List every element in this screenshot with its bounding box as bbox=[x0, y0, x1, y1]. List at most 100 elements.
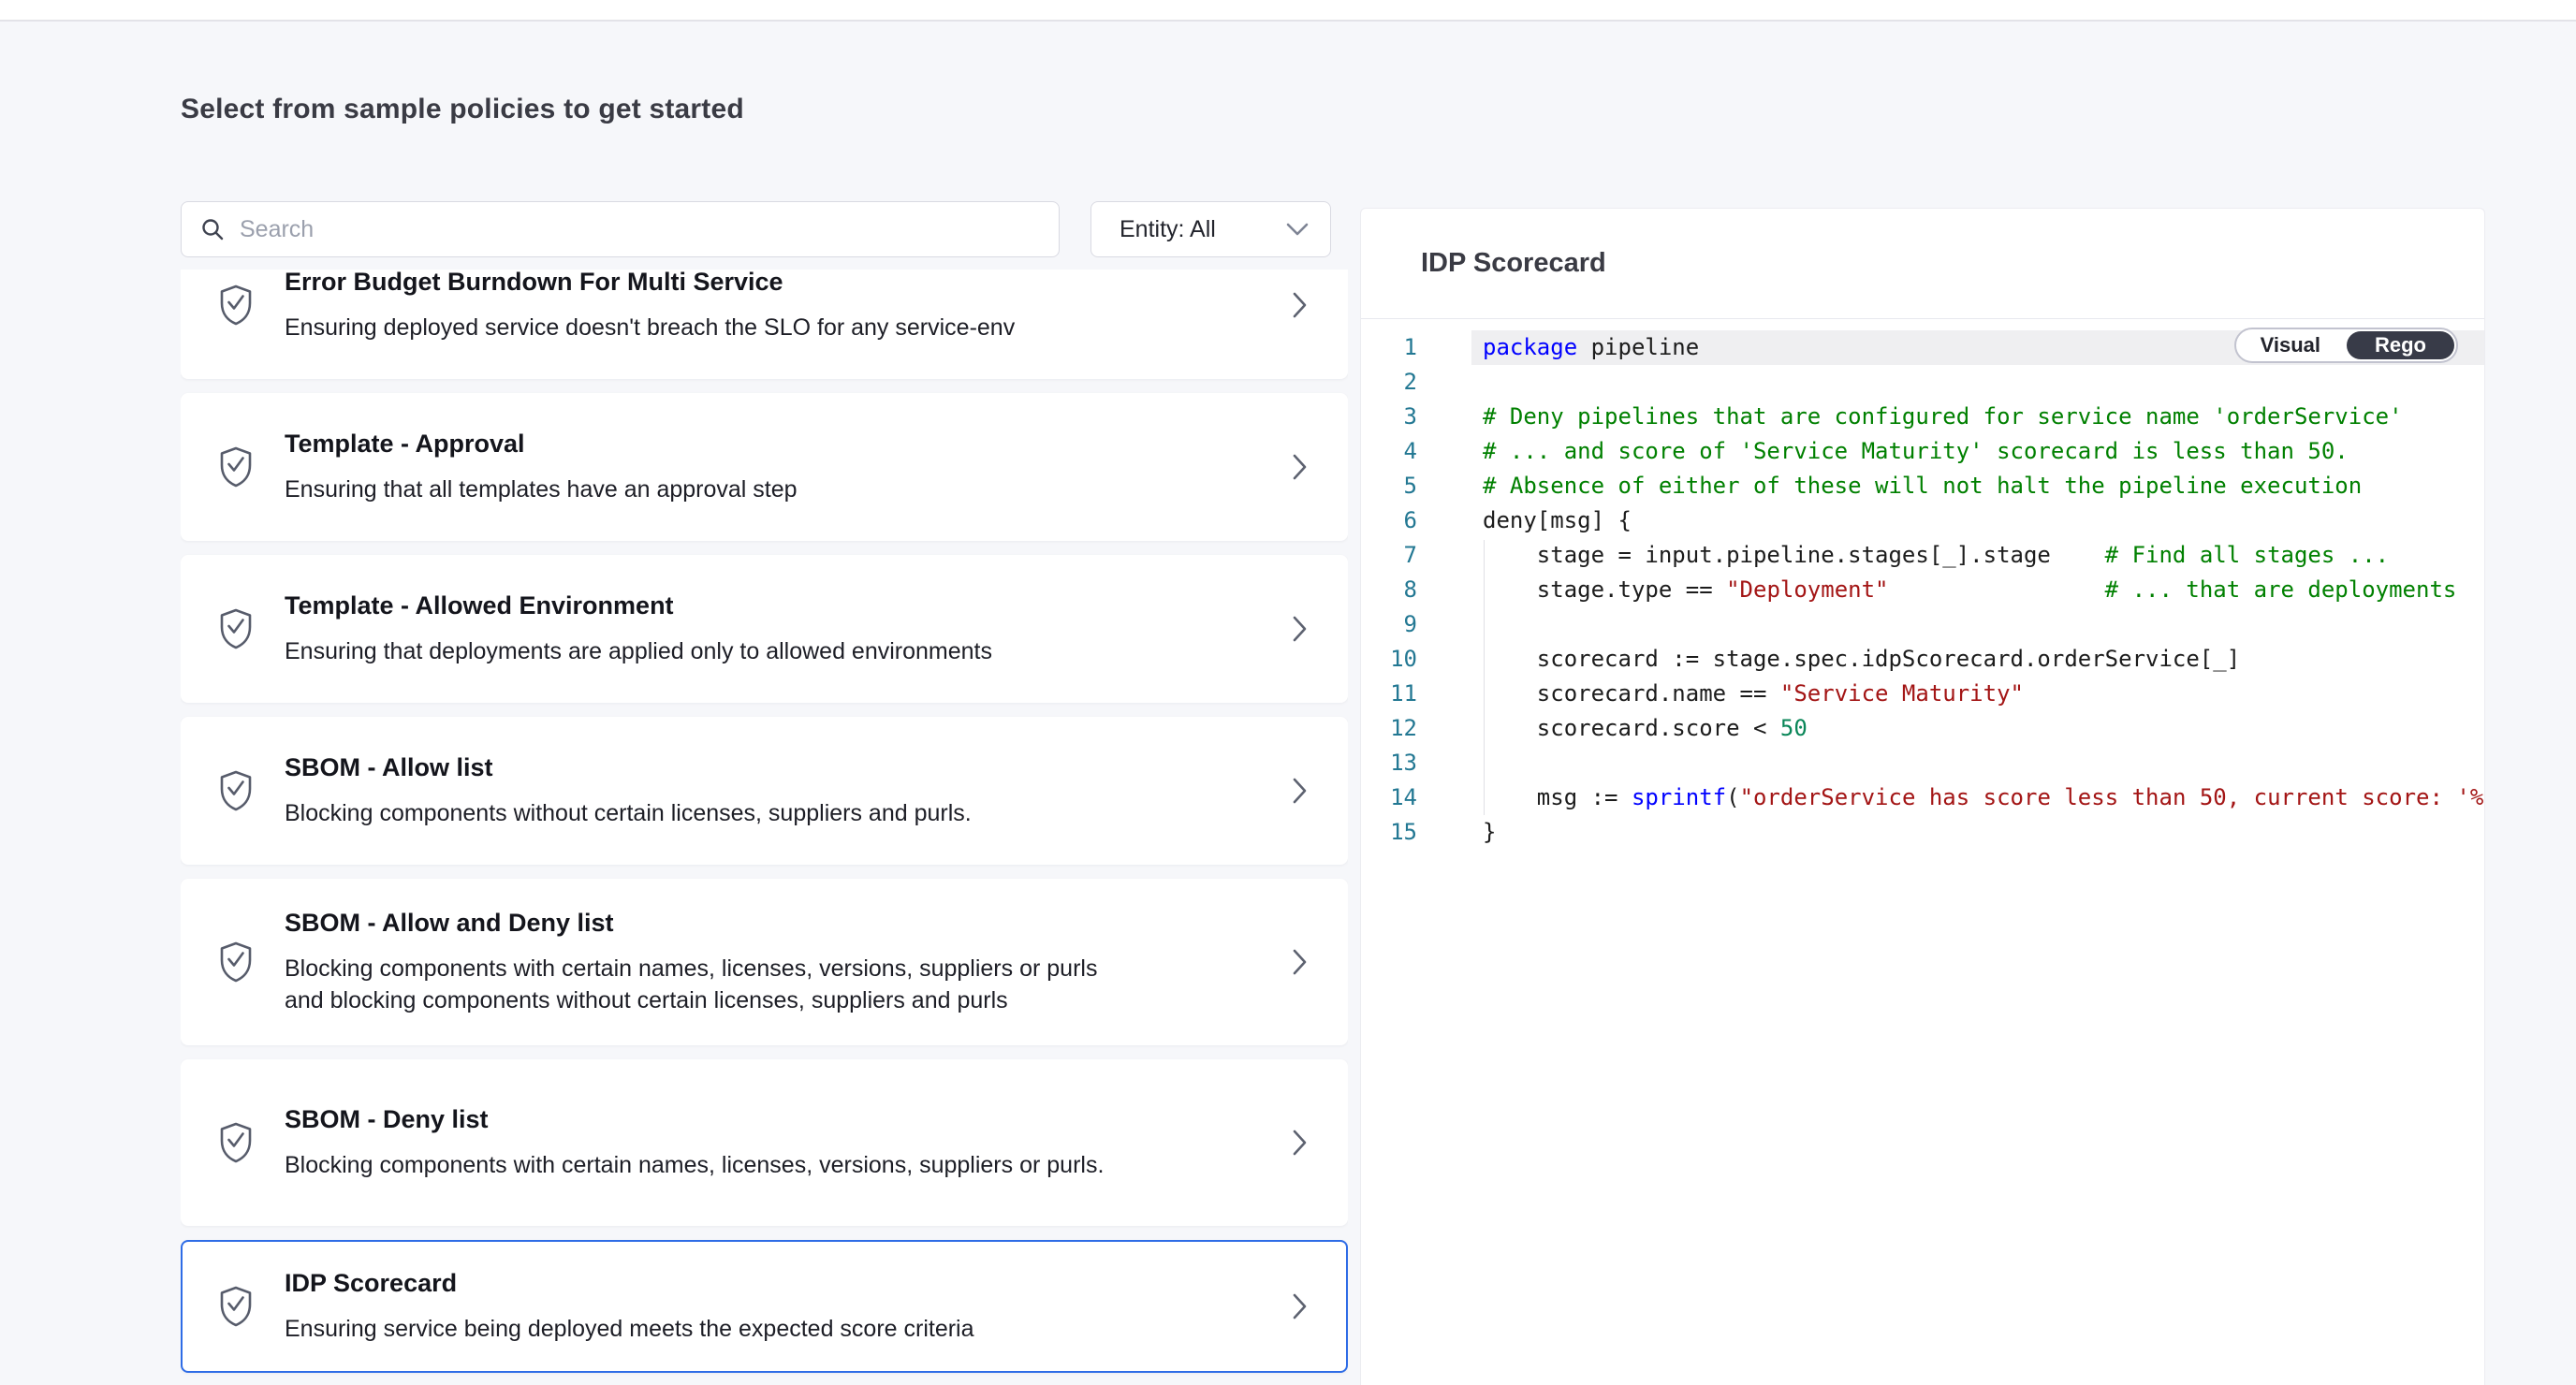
policy-card-description: Blocking components without certain lice… bbox=[285, 797, 1136, 829]
code-line-content: } bbox=[1471, 815, 2484, 850]
line-number: 7 bbox=[1361, 538, 1417, 573]
toggle-option-rego[interactable]: Rego bbox=[2347, 331, 2454, 359]
line-number: 6 bbox=[1361, 503, 1417, 538]
policy-card[interactable]: SBOM - Allow and Deny list Blocking comp… bbox=[181, 879, 1348, 1045]
shield-check-icon bbox=[215, 940, 256, 984]
policy-card-title: Template - Approval bbox=[285, 430, 1292, 459]
line-number: 13 bbox=[1361, 746, 1417, 780]
policy-list: Error Budget Burndown For Multi Service … bbox=[181, 270, 1348, 1385]
policy-card[interactable]: Template - Approval Ensuring that all te… bbox=[181, 393, 1348, 541]
policy-card-title: Template - Allowed Environment bbox=[285, 591, 1292, 620]
search-box bbox=[181, 201, 1060, 257]
code-line-content: msg := sprintf("orderService has score l… bbox=[1471, 780, 2484, 815]
code-line-content: deny[msg] { bbox=[1471, 503, 2484, 538]
policy-card[interactable]: Error Budget Burndown For Multi Service … bbox=[181, 270, 1348, 379]
code-line-content bbox=[1471, 365, 2484, 400]
chevron-right-icon bbox=[1292, 777, 1309, 805]
toggle-option-visual[interactable]: Visual bbox=[2236, 329, 2345, 361]
code-line: 8 stage.type == "Deployment" # ... that … bbox=[1361, 573, 2484, 607]
line-number: 12 bbox=[1361, 711, 1417, 746]
policy-detail-panel: IDP Scorecard Visual Rego 1 package pipe… bbox=[1360, 208, 2485, 1385]
shield-check-icon bbox=[215, 445, 256, 489]
policy-card-title: SBOM - Deny list bbox=[285, 1105, 1292, 1134]
code-line-content: # ... and score of 'Service Maturity' sc… bbox=[1471, 434, 2484, 469]
indent-guide bbox=[1484, 540, 1485, 815]
policy-card-title: SBOM - Allow and Deny list bbox=[285, 909, 1292, 938]
chevron-right-icon bbox=[1292, 948, 1309, 976]
chevron-right-icon bbox=[1292, 453, 1309, 481]
chevron-down-icon bbox=[1285, 222, 1310, 237]
panel-header: IDP Scorecard bbox=[1361, 209, 2484, 319]
line-number: 9 bbox=[1361, 607, 1417, 642]
line-number: 3 bbox=[1361, 400, 1417, 434]
shield-check-icon bbox=[215, 283, 256, 328]
code-line: 12 scorecard.score < 50 bbox=[1361, 711, 2484, 746]
code-line: 10 scorecard := stage.spec.idpScorecard.… bbox=[1361, 642, 2484, 677]
shield-check-icon bbox=[215, 1284, 256, 1329]
shield-check-icon bbox=[215, 606, 256, 651]
code-line-content: # Deny pipelines that are configured for… bbox=[1471, 400, 2484, 434]
code-line-content bbox=[1471, 746, 2484, 780]
line-number: 2 bbox=[1361, 365, 1417, 400]
code-line: 11 scorecard.name == "Service Maturity" bbox=[1361, 677, 2484, 711]
policy-card-description: Blocking components with certain names, … bbox=[285, 1149, 1136, 1181]
policy-card[interactable]: Template - Allowed Environment Ensuring … bbox=[181, 555, 1348, 703]
line-number: 11 bbox=[1361, 677, 1417, 711]
policy-card[interactable]: SBOM - Deny list Blocking components wit… bbox=[181, 1059, 1348, 1226]
line-number: 10 bbox=[1361, 642, 1417, 677]
panel-title: IDP Scorecard bbox=[1421, 248, 1606, 279]
code-line-content: scorecard.name == "Service Maturity" bbox=[1471, 677, 2484, 711]
policy-card-title: IDP Scorecard bbox=[285, 1269, 1292, 1298]
policy-card-text: IDP Scorecard Ensuring service being dep… bbox=[285, 1269, 1292, 1345]
line-number: 14 bbox=[1361, 780, 1417, 815]
entity-filter-label: Entity: All bbox=[1120, 216, 1216, 243]
policy-card-text: Template - Allowed Environment Ensuring … bbox=[285, 591, 1292, 667]
line-number: 15 bbox=[1361, 815, 1417, 850]
line-number: 8 bbox=[1361, 573, 1417, 607]
code-line: 13 bbox=[1361, 746, 2484, 780]
code-line-content: stage = input.pipeline.stages[_].stage #… bbox=[1471, 538, 2484, 573]
chevron-right-icon bbox=[1292, 1129, 1309, 1157]
code-line-content: stage.type == "Deployment" # ... that ar… bbox=[1471, 573, 2484, 607]
shield-check-icon bbox=[215, 1120, 256, 1165]
policy-card-text: SBOM - Allow and Deny list Blocking comp… bbox=[285, 909, 1292, 1016]
chevron-right-icon bbox=[1292, 1292, 1309, 1320]
search-icon bbox=[200, 217, 225, 241]
code-line-content bbox=[1471, 607, 2484, 642]
policy-card[interactable]: IDP Scorecard Ensuring service being dep… bbox=[181, 1240, 1348, 1373]
code-line: 5 # Absence of either of these will not … bbox=[1361, 469, 2484, 503]
policy-card-description: Ensuring service being deployed meets th… bbox=[285, 1313, 1136, 1345]
code-editor[interactable]: 1 package pipeline 2 3 # Deny pipelines … bbox=[1361, 330, 2484, 850]
code-line: 15 } bbox=[1361, 815, 2484, 850]
policy-card-description: Ensuring that all templates have an appr… bbox=[285, 474, 1136, 505]
code-line: 3 # Deny pipelines that are configured f… bbox=[1361, 400, 2484, 434]
entity-filter-dropdown[interactable]: Entity: All bbox=[1090, 201, 1331, 257]
page-title: Select from sample policies to get start… bbox=[181, 94, 744, 125]
policy-card-text: SBOM - Deny list Blocking components wit… bbox=[285, 1105, 1292, 1181]
top-bar bbox=[0, 0, 2576, 22]
code-line-content: scorecard := stage.spec.idpScorecard.ord… bbox=[1471, 642, 2484, 677]
code-line-content: # Absence of either of these will not ha… bbox=[1471, 469, 2484, 503]
policy-card-text: Template - Approval Ensuring that all te… bbox=[285, 430, 1292, 505]
code-line: 4 # ... and score of 'Service Maturity' … bbox=[1361, 434, 2484, 469]
line-number: 5 bbox=[1361, 469, 1417, 503]
search-input[interactable] bbox=[225, 216, 1059, 243]
code-line-content: scorecard.score < 50 bbox=[1471, 711, 2484, 746]
policy-card[interactable]: SBOM - Allow list Blocking components wi… bbox=[181, 717, 1348, 865]
line-number: 4 bbox=[1361, 434, 1417, 469]
code-line: 6 deny[msg] { bbox=[1361, 503, 2484, 538]
policy-card-title: SBOM - Allow list bbox=[285, 753, 1292, 782]
code-line: 9 bbox=[1361, 607, 2484, 642]
code-line: 7 stage = input.pipeline.stages[_].stage… bbox=[1361, 538, 2484, 573]
policy-card-text: SBOM - Allow list Blocking components wi… bbox=[285, 753, 1292, 829]
code-line: 14 msg := sprintf("orderService has scor… bbox=[1361, 780, 2484, 815]
code-line: 2 bbox=[1361, 365, 2484, 400]
line-number: 1 bbox=[1361, 330, 1417, 365]
policy-card-description: Ensuring that deployments are applied on… bbox=[285, 635, 1136, 667]
chevron-right-icon bbox=[1292, 291, 1309, 319]
policy-card-title: Error Budget Burndown For Multi Service bbox=[285, 270, 1292, 297]
chevron-right-icon bbox=[1292, 615, 1309, 643]
shield-check-icon bbox=[215, 768, 256, 813]
editor-mode-toggle: Visual Rego bbox=[2234, 328, 2458, 363]
policy-card-description: Blocking components with certain names, … bbox=[285, 953, 1136, 1016]
